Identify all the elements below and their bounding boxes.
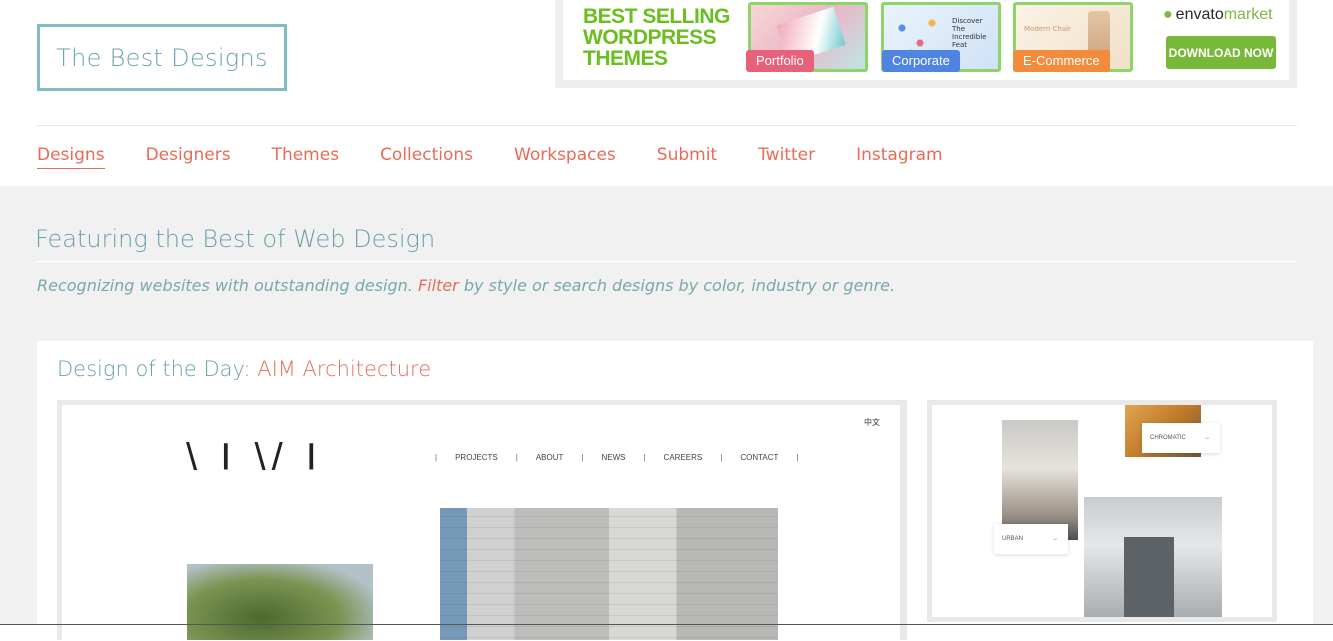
nav-item-instagram[interactable]: Instagram	[856, 145, 943, 169]
leaf-icon: ●	[1163, 6, 1173, 23]
aim-nav-news: NEWS	[601, 453, 626, 462]
aim-language-link: 中文	[864, 418, 880, 427]
page-title: Featuring the Best of Web Design	[35, 225, 436, 253]
aim-nav-careers: CAREERS	[663, 453, 703, 462]
ad-card-text: Modern Chair	[1024, 25, 1071, 33]
building-photo	[440, 508, 778, 640]
dotd-site-name[interactable]: AIM Architecture	[257, 357, 431, 381]
ad-tag-portfolio[interactable]: Portfolio	[746, 50, 814, 72]
envato-market-word: market	[1223, 6, 1273, 23]
design-of-the-day-heading: Design of the Day: AIM Architecture	[57, 357, 431, 381]
envato-brand: envato	[1175, 6, 1224, 23]
banner-ad[interactable]: BEST SELLING WORDPRESS THEMES Discover T…	[555, 0, 1297, 88]
urban-label: URBAN →	[994, 524, 1068, 554]
ad-headline-line1: BEST SELLING	[583, 5, 730, 28]
site-header: The Best Designs BEST SELLING WORDPRESS …	[0, 0, 1333, 186]
design-of-the-day-card: Design of the Day: AIM Architecture \ I …	[37, 341, 1313, 641]
storefront-photo	[1084, 497, 1222, 617]
chromatic-label-text: CHROMATIC	[1150, 435, 1186, 441]
aim-nav-projects: PROJECTS	[455, 453, 498, 462]
header-divider	[37, 125, 1297, 126]
ad-card-text: Discover The Incredible Feat	[952, 17, 987, 49]
nav-item-designs[interactable]: Designs	[37, 145, 105, 169]
main-content: Featuring the Best of Web Design Recogni…	[0, 186, 1333, 641]
nav-item-collections[interactable]: Collections	[380, 145, 473, 169]
aim-logo: \ I \/ I	[186, 436, 323, 478]
subtitle-text-before: Recognizing websites with outstanding de…	[37, 276, 418, 295]
envato-market-logo[interactable]: ● envatomarket	[1163, 6, 1273, 24]
urban-label-text: URBAN	[1002, 536, 1024, 542]
arrow-right-icon: →	[1052, 536, 1058, 542]
aim-nav-separator: |	[581, 453, 584, 462]
nav-item-designers[interactable]: Designers	[146, 145, 231, 169]
aim-nav-separator: |	[643, 453, 646, 462]
subtitle-text-after: by style or search designs by color, ind…	[458, 276, 896, 295]
screenshot-frame: \ I \/ I 中文 | PROJECTS | ABOUT | NEWS | CARE…	[62, 405, 900, 640]
main-nav: Designs Designers Themes Collections Wor…	[37, 145, 984, 169]
dotd-secondary-screenshot[interactable]: CHROMATIC → URBAN →	[927, 400, 1277, 622]
chromatic-label: CHROMATIC →	[1142, 423, 1220, 453]
screenshot-frame: CHROMATIC → URBAN →	[932, 405, 1272, 617]
nav-item-themes[interactable]: Themes	[272, 145, 340, 169]
ad-headline-line3: THEMES	[583, 47, 668, 70]
interior-photo	[1002, 420, 1078, 540]
dotd-main-screenshot[interactable]: \ I \/ I 中文 | PROJECTS | ABOUT | NEWS | CARE…	[57, 400, 907, 640]
aim-nav-separator: |	[796, 453, 799, 462]
aim-nav-contact: CONTACT	[740, 453, 779, 462]
download-now-button[interactable]: DOWNLOAD NOW	[1166, 36, 1276, 69]
ad-headline-line2: WORDPRESS	[583, 26, 717, 49]
ad-headline: BEST SELLING WORDPRESS THEMES	[583, 6, 730, 69]
ad-tag-ecommerce[interactable]: E-Commerce	[1013, 50, 1110, 72]
ad-tag-corporate[interactable]: Corporate	[882, 50, 960, 72]
aim-nav-separator: |	[515, 453, 518, 462]
nav-item-twitter[interactable]: Twitter	[758, 145, 815, 169]
aim-nav: | PROJECTS | ABOUT | NEWS | CAREERS | CONTACT…	[417, 453, 816, 462]
aim-nav-separator: |	[435, 453, 438, 462]
page-subtitle: Recognizing websites with outstanding de…	[37, 276, 895, 295]
nav-item-workspaces[interactable]: Workspaces	[514, 145, 616, 169]
dotd-label: Design of the Day:	[57, 357, 258, 381]
title-divider	[35, 261, 1297, 262]
nav-item-submit[interactable]: Submit	[657, 145, 717, 169]
tree-photo	[187, 564, 373, 640]
banner-ad-inner: BEST SELLING WORDPRESS THEMES Discover T…	[563, 0, 1289, 80]
aim-nav-about: ABOUT	[535, 453, 564, 462]
arrow-right-icon: →	[1204, 435, 1210, 441]
site-logo[interactable]: The Best Designs	[37, 24, 287, 91]
aim-nav-separator: |	[720, 453, 723, 462]
filter-link[interactable]: Filter	[418, 276, 459, 295]
